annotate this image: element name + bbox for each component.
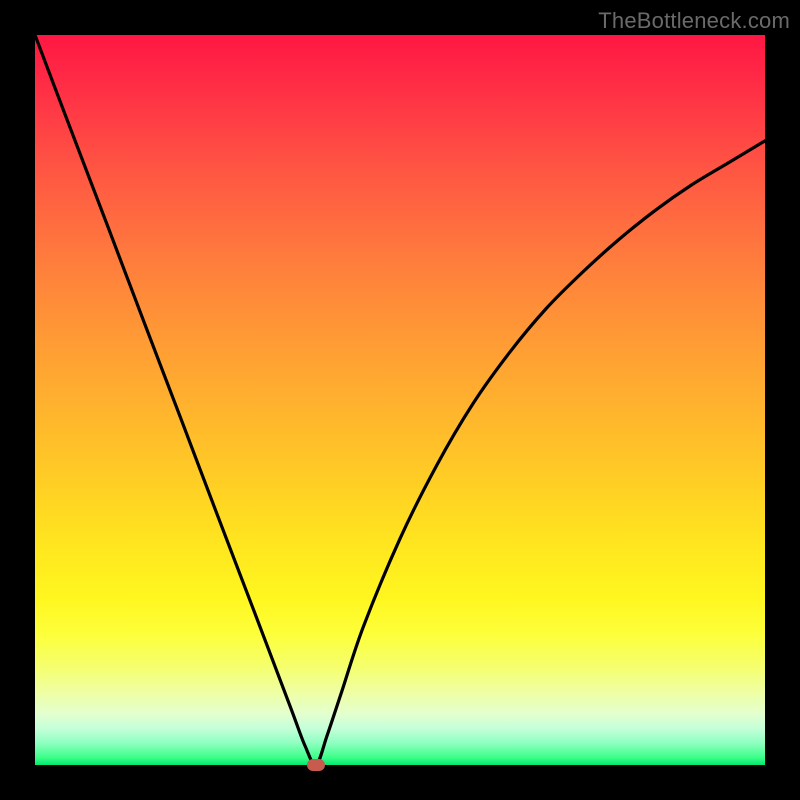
plot-area: [35, 35, 765, 765]
optimal-point-marker: [307, 759, 325, 771]
bottleneck-curve: [35, 35, 765, 765]
watermark-text: TheBottleneck.com: [598, 8, 790, 34]
chart-frame: TheBottleneck.com: [0, 0, 800, 800]
